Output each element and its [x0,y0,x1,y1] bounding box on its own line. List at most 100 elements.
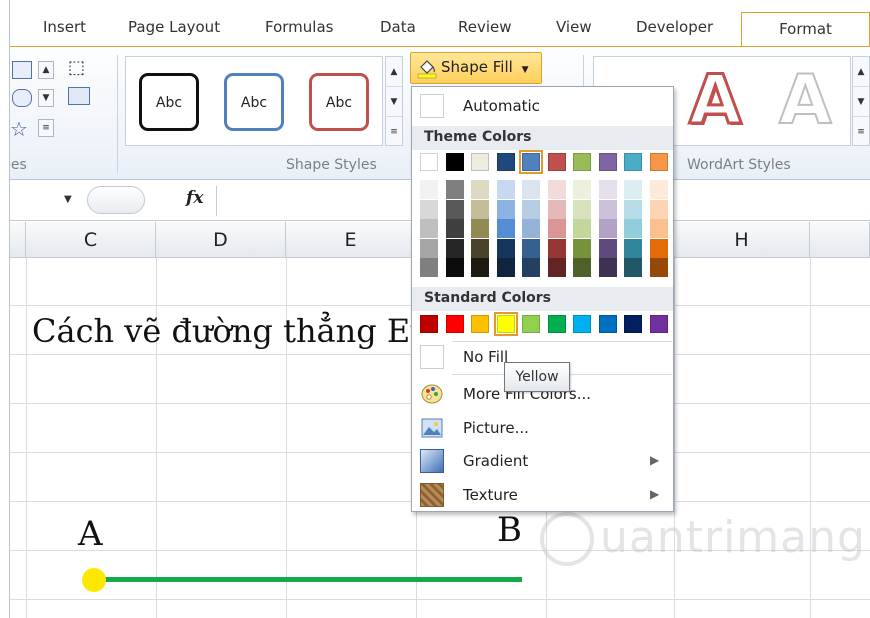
theme-shade-swatch[interactable] [547,258,566,277]
theme-shade-swatch[interactable] [573,238,591,258]
theme-shade-swatch[interactable] [496,219,515,238]
theme-shade-swatch[interactable] [598,238,617,258]
text-box-icon[interactable] [68,87,90,105]
tab-format[interactable]: Format [741,12,870,48]
standard-color-swatch[interactable] [649,315,668,333]
insert-function-button[interactable]: fx [186,188,203,208]
line-shape[interactable] [94,577,522,582]
theme-color-swatch[interactable] [496,153,515,171]
theme-shade-swatch[interactable] [598,180,617,199]
theme-shade-swatch[interactable] [547,238,566,258]
theme-shade-swatch[interactable] [496,199,515,219]
menu-item-texture[interactable]: Texture ▶ [412,480,673,510]
theme-shade-swatch[interactable] [624,199,642,219]
tab-insert[interactable]: Insert [43,18,86,36]
tab-developer[interactable]: Developer [636,18,713,36]
column-header-e[interactable]: E [286,222,416,258]
theme-shade-swatch[interactable] [420,219,438,238]
wordart-style-white[interactable]: A [778,60,833,141]
theme-shade-swatch[interactable] [496,180,515,199]
edit-shape-icon[interactable]: ⬚ [68,57,85,78]
theme-shade-swatch[interactable] [445,219,464,238]
gallery-up-button[interactable]: ▲ [386,57,402,87]
theme-color-swatch[interactable] [445,153,464,171]
theme-shade-swatch[interactable] [420,199,438,219]
theme-shade-swatch[interactable] [471,258,489,277]
theme-shade-swatch[interactable] [624,238,642,258]
theme-shade-swatch[interactable] [573,199,591,219]
theme-shade-swatch[interactable] [624,258,642,277]
start-point-circle[interactable] [82,568,106,592]
theme-color-swatch[interactable] [573,153,591,171]
shapes-scroll-up-button[interactable]: ▲ [38,61,54,79]
theme-shade-swatch[interactable] [420,180,438,199]
theme-shade-swatch[interactable] [547,180,566,199]
shape-fill-button[interactable]: Shape Fill ▼ [410,52,542,84]
wordart-more-button[interactable]: ≡ [853,117,869,147]
theme-shade-swatch[interactable] [573,219,591,238]
standard-color-swatch[interactable] [547,315,566,333]
theme-shade-swatch[interactable] [522,238,540,258]
theme-shade-swatch[interactable] [420,258,438,277]
theme-shade-swatch[interactable] [522,199,540,219]
theme-shade-swatch[interactable] [598,219,617,238]
theme-color-swatch[interactable] [624,153,642,171]
title-cell-text[interactable]: Cách vẽ đường thẳng Ex [32,312,428,350]
theme-shade-swatch[interactable] [624,219,642,238]
theme-shade-swatch[interactable] [445,258,464,277]
tab-view[interactable]: View [556,18,592,36]
standard-color-swatch[interactable] [573,315,591,333]
theme-shade-swatch[interactable] [649,258,668,277]
theme-shade-swatch[interactable] [496,238,515,258]
standard-color-swatch[interactable] [624,315,642,333]
theme-shade-swatch[interactable] [471,199,489,219]
standard-color-swatch[interactable] [420,315,438,333]
theme-shade-swatch[interactable] [522,258,540,277]
theme-shade-swatch[interactable] [649,199,668,219]
theme-shade-swatch[interactable] [496,258,515,277]
tab-formulas[interactable]: Formulas [265,18,333,36]
shape-style-blue[interactable]: Abc [224,73,284,131]
theme-shade-swatch[interactable] [649,238,668,258]
shape-freeform-icon[interactable] [12,89,32,107]
tab-data[interactable]: Data [380,18,416,36]
standard-color-swatch[interactable] [522,315,540,333]
theme-shade-swatch[interactable] [471,238,489,258]
shape-style-red[interactable]: Abc [309,73,369,131]
theme-shade-swatch[interactable] [649,219,668,238]
shapes-more-button[interactable]: ≡ [38,119,54,137]
theme-shade-swatch[interactable] [522,180,540,199]
theme-shade-swatch[interactable] [471,219,489,238]
point-a-label[interactable]: A [78,514,103,554]
shape-star-icon[interactable]: ☆ [10,117,28,141]
theme-color-swatch[interactable] [649,153,668,171]
standard-color-swatch[interactable] [471,315,489,333]
column-header-c[interactable]: C [26,222,156,258]
theme-color-swatch[interactable] [598,153,617,171]
theme-shade-swatch[interactable] [598,199,617,219]
wordart-up-button[interactable]: ▲ [853,57,869,87]
shapes-scroll-down-button[interactable]: ▼ [38,89,54,107]
theme-shade-swatch[interactable] [547,199,566,219]
name-box-dropdown-icon[interactable]: ▼ [64,194,72,205]
column-header-partial[interactable] [10,222,26,258]
theme-shade-swatch[interactable] [522,219,540,238]
tab-page-layout[interactable]: Page Layout [128,18,220,36]
theme-shade-swatch[interactable] [547,219,566,238]
theme-color-swatch[interactable] [420,153,438,171]
theme-color-swatch[interactable] [547,153,566,171]
gallery-more-button[interactable]: ≡ [386,117,402,147]
menu-item-gradient[interactable]: Gradient ▶ [412,446,673,476]
theme-shade-swatch[interactable] [420,238,438,258]
point-b-label[interactable]: B [497,510,522,550]
theme-shade-swatch[interactable] [471,180,489,199]
column-header-d[interactable]: D [156,222,286,258]
theme-shade-swatch[interactable] [649,180,668,199]
standard-color-swatch[interactable] [493,312,518,336]
theme-shade-swatch[interactable] [445,238,464,258]
column-header-partial[interactable] [810,222,870,258]
theme-shade-swatch[interactable] [445,199,464,219]
wordart-style-red[interactable]: A [688,60,744,142]
wordart-down-button[interactable]: ▼ [853,87,869,117]
shape-style-black[interactable]: Abc [139,73,199,131]
